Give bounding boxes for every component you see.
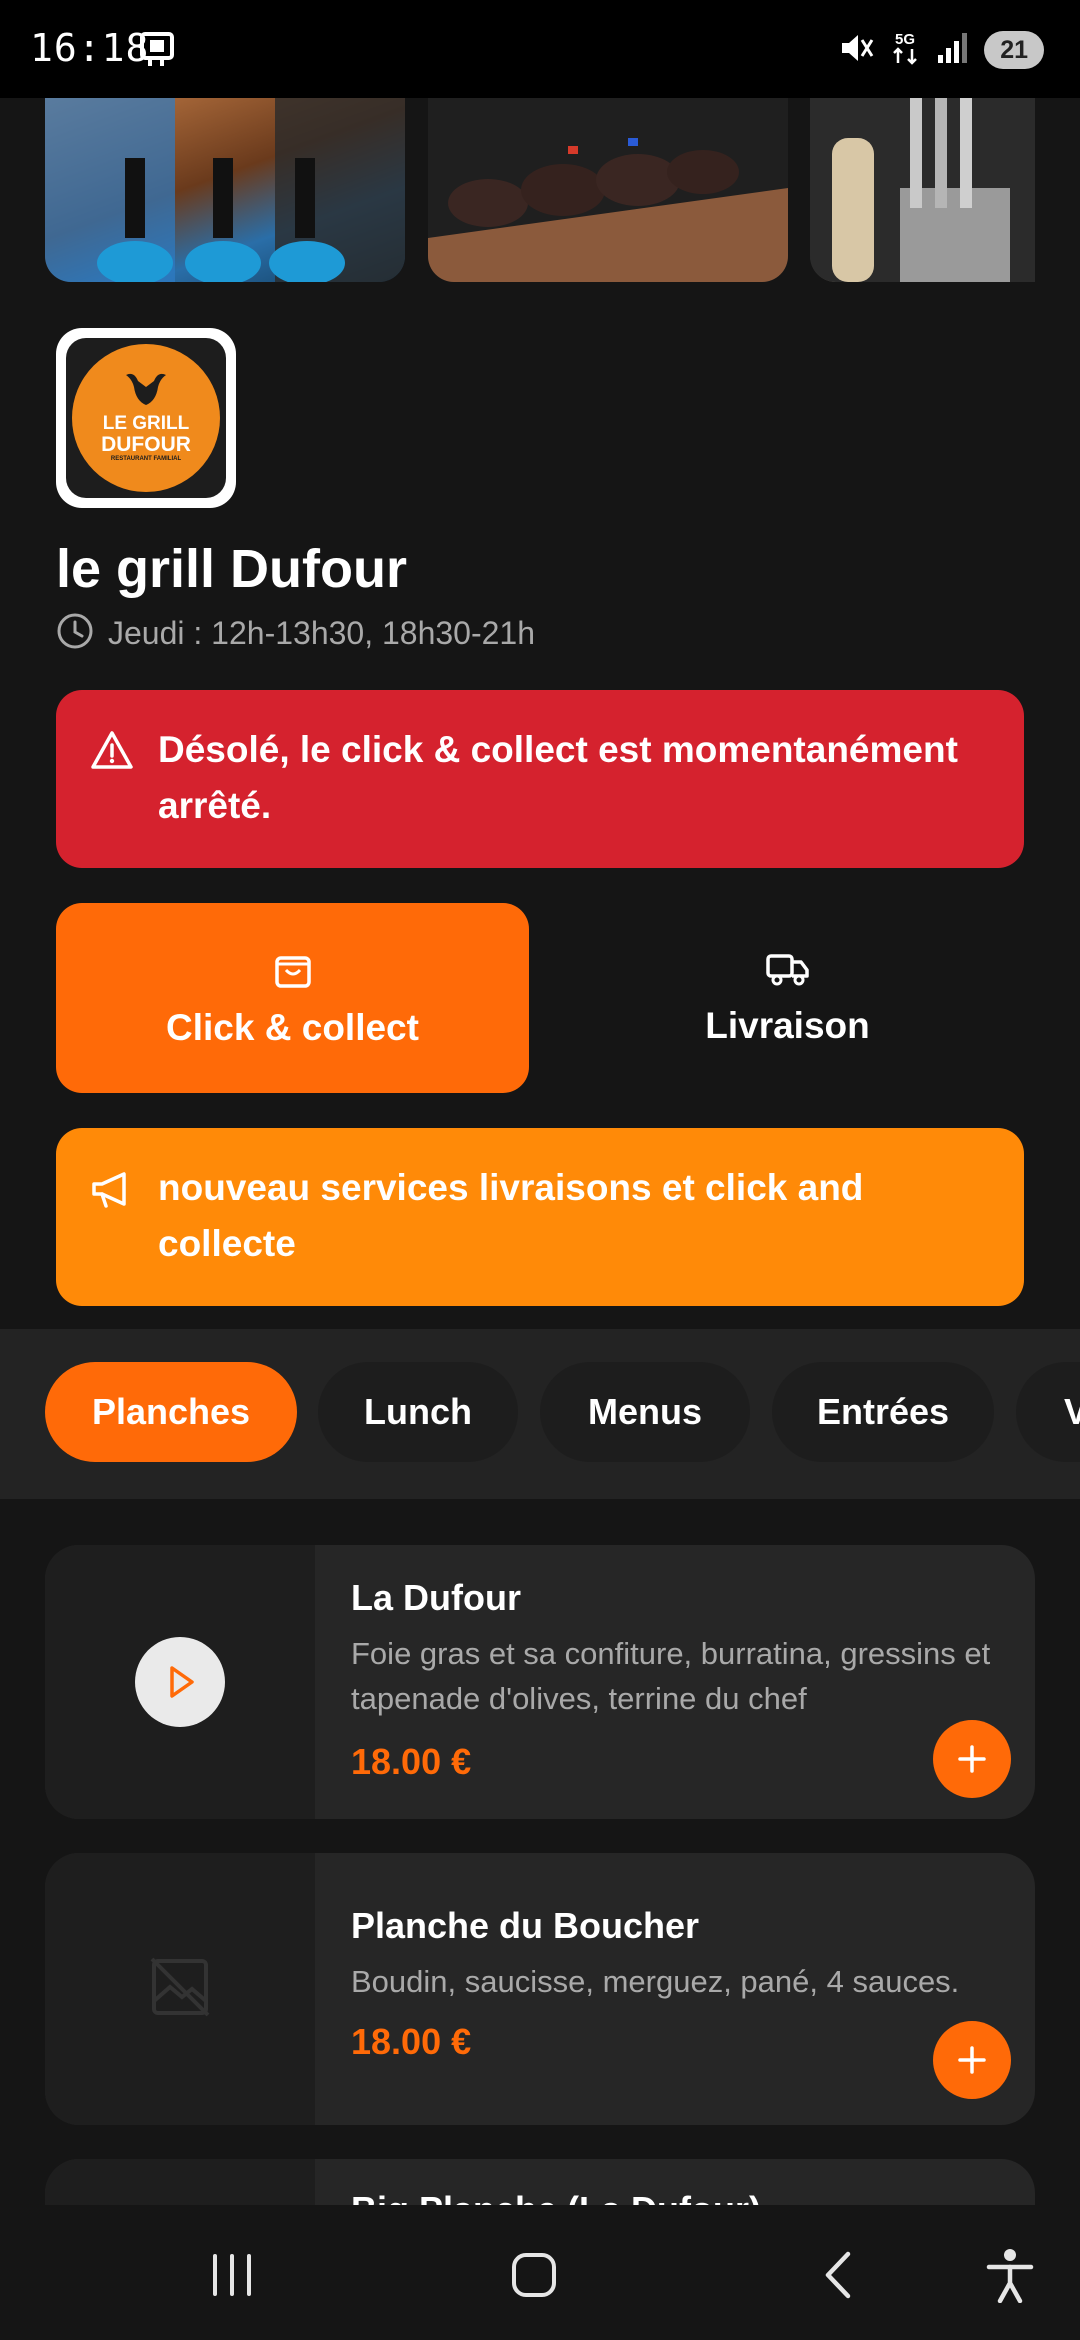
accessibility-icon[interactable] [975, 2240, 1045, 2310]
status-bar: 16:18 5G 21 [0, 0, 1080, 98]
signal-icon [936, 31, 970, 70]
truck-icon [765, 950, 811, 993]
tab-lunch[interactable]: Lunch [318, 1362, 518, 1462]
restaurant-logo: LE GRILL DUFOUR RESTAURANT FAMILIAL [56, 328, 236, 508]
item-image-placeholder [45, 2159, 315, 2205]
steaks-on-board-photo[interactable] [428, 98, 788, 282]
svg-text:5G: 5G [895, 31, 915, 48]
logo-text-line2: DUFOUR [101, 433, 191, 456]
delivery-label: Livraison [705, 1004, 870, 1046]
logo-text-line3: RESTAURANT FAMILIAL [110, 456, 182, 462]
click-collect-mode-button[interactable]: Click & collect [56, 903, 529, 1093]
item-video-thumbnail[interactable] [45, 1545, 315, 1819]
menu-list: La Dufour Foie gras et sa confiture, bur… [0, 1499, 1080, 2205]
item-price: 18.00 € [351, 2021, 472, 2062]
add-to-cart-button[interactable] [933, 1720, 1011, 1798]
item-description: Boudin, saucisse, merguez, pané, 4 sauce… [351, 1964, 960, 1999]
click-collect-label: Click & collect [166, 1006, 419, 1048]
play-icon[interactable] [135, 1637, 225, 1727]
promo-text: nouveau services livraisons et click and… [158, 1167, 864, 1264]
kitchen-utensils-photo[interactable] [810, 98, 1035, 282]
clock-icon [56, 612, 94, 655]
menu-item-la-dufour[interactable]: La Dufour Foie gras et sa confiture, bur… [45, 1545, 1035, 1819]
logo-text-line1: LE GRILL [102, 413, 190, 434]
status-icons: 5G 21 [838, 28, 1044, 72]
shopping-bag-icon [273, 948, 313, 995]
item-name: Big Planche (La Dufour) [351, 2189, 761, 2205]
hours-text: Jeudi : 12h-13h30, 18h30-21h [108, 615, 536, 651]
5g-data-icon: 5G [888, 29, 922, 72]
tab-entrees[interactable]: Entrées [772, 1362, 994, 1462]
category-tabs: Planches Lunch Menus Entrées V [0, 1329, 1080, 1499]
system-nav-bar [0, 2205, 1080, 2340]
megaphone-icon [90, 1170, 134, 1215]
opening-hours: Jeudi : 12h-13h30, 18h30-21h [56, 612, 535, 655]
battery-icon: 21 [984, 31, 1044, 69]
chefs-at-bar-photo[interactable] [45, 98, 405, 282]
add-to-cart-button[interactable] [933, 2021, 1011, 2099]
status-time: 16:18 [30, 26, 150, 70]
tab-next[interactable]: V [1016, 1362, 1080, 1462]
item-description: Foie gras et sa confiture, burratina, gr… [351, 1636, 991, 1716]
photo-gallery[interactable] [0, 98, 1080, 284]
menu-item-planche-du-boucher[interactable]: Planche du Boucher Boudin, saucisse, mer… [45, 1853, 1035, 2125]
tab-planches[interactable]: Planches [45, 1362, 297, 1462]
tab-menus[interactable]: Menus [540, 1362, 750, 1462]
no-image-icon [148, 1955, 212, 2024]
back-icon[interactable] [803, 2240, 873, 2310]
item-name: La Dufour [351, 1577, 521, 1618]
home-icon[interactable] [499, 2240, 569, 2310]
restaurant-name: le grill Dufour [56, 539, 407, 599]
promo-banner: nouveau services livraisons et click and… [56, 1128, 1024, 1306]
delivery-mode-button[interactable]: Livraison [551, 903, 1024, 1093]
alert-text: Désolé, le click & collect est momentané… [158, 729, 958, 826]
recent-apps-icon[interactable] [197, 2240, 267, 2310]
menu-item-big-planche[interactable]: Big Planche (La Dufour) [45, 2159, 1035, 2205]
item-name: Planche du Boucher [351, 1905, 700, 1946]
warning-icon [90, 730, 134, 775]
click-collect-closed-alert: Désolé, le click & collect est momentané… [56, 690, 1024, 868]
tablet-icon [140, 32, 180, 68]
item-image-placeholder [45, 1853, 315, 2125]
item-price: 18.00 € [351, 1741, 472, 1782]
mute-icon [838, 30, 874, 71]
